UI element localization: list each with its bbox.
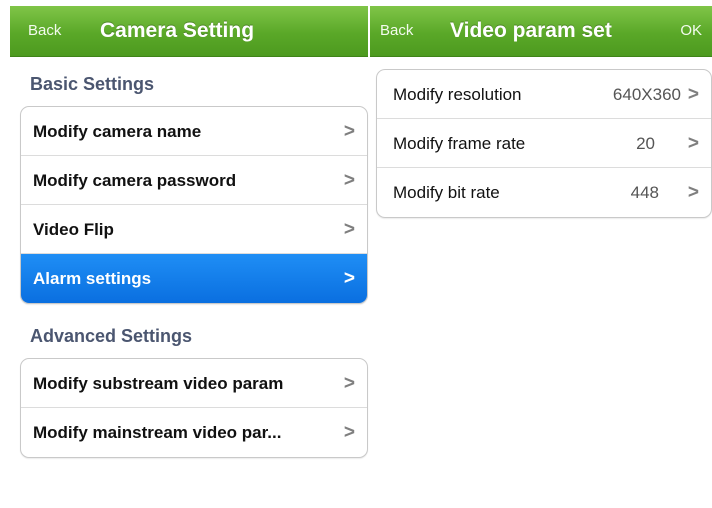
modify-bit-rate-item[interactable]: Modify bit rate 448 >	[377, 168, 711, 217]
frame-rate-value: 20	[636, 134, 655, 153]
item-label: Modify resolution	[393, 85, 522, 104]
back-button[interactable]: Back	[28, 6, 61, 56]
navigation-bar: Back Video param set OK	[370, 6, 712, 57]
basic-settings-group: Modify camera name > Modify camera passw…	[20, 106, 368, 304]
chevron-right-icon: >	[343, 422, 355, 443]
item-label: Alarm settings	[33, 269, 152, 288]
chevron-right-icon: >	[343, 121, 355, 142]
modify-frame-rate-item[interactable]: Modify frame rate 20 >	[377, 119, 711, 168]
modify-substream-video-param-item[interactable]: Modify substream video param >	[21, 359, 367, 408]
basic-settings-header: Basic Settings	[30, 74, 155, 94]
advanced-settings-group: Modify substream video param > Modify ma…	[20, 358, 368, 458]
chevron-right-icon: >	[687, 84, 699, 105]
item-label: Modify substream video param	[33, 374, 284, 393]
item-label: Modify mainstream video par...	[33, 423, 282, 442]
modify-resolution-item[interactable]: Modify resolution 640X360 >	[377, 70, 711, 119]
video-flip-item[interactable]: Video Flip >	[21, 205, 367, 254]
modify-camera-name-item[interactable]: Modify camera name >	[21, 107, 367, 156]
chevron-right-icon: >	[343, 268, 355, 289]
camera-setting-screen: Back Camera Setting Basic Settings Modif…	[10, 0, 368, 508]
modify-camera-password-item[interactable]: Modify camera password >	[21, 156, 367, 205]
video-param-set-screen: Back Video param set OK Modify resolutio…	[370, 0, 712, 508]
item-label: Modify bit rate	[393, 183, 500, 202]
bit-rate-value: 448	[630, 183, 659, 202]
item-label: Modify frame rate	[393, 134, 526, 153]
modify-mainstream-video-param-item[interactable]: Modify mainstream video par... >	[21, 408, 367, 457]
chevron-right-icon: >	[343, 170, 355, 191]
alarm-settings-item[interactable]: Alarm settings >	[21, 254, 367, 303]
back-button[interactable]: Back	[380, 6, 413, 56]
resolution-value: 640X360	[612, 85, 681, 104]
video-param-group: Modify resolution 640X360 > Modify frame…	[376, 69, 712, 218]
advanced-settings-header: Advanced Settings	[30, 326, 193, 346]
item-label: Modify camera name	[33, 122, 202, 141]
chevron-right-icon: >	[343, 219, 355, 240]
navigation-bar: Back Camera Setting	[10, 6, 368, 57]
page-title: Video param set	[450, 19, 612, 42]
item-label: Video Flip	[33, 220, 114, 239]
chevron-right-icon: >	[687, 182, 699, 203]
chevron-right-icon: >	[343, 373, 355, 394]
chevron-right-icon: >	[687, 133, 699, 154]
page-title: Camera Setting	[100, 19, 255, 42]
ok-button[interactable]: OK	[680, 6, 702, 56]
item-label: Modify camera password	[33, 171, 237, 190]
